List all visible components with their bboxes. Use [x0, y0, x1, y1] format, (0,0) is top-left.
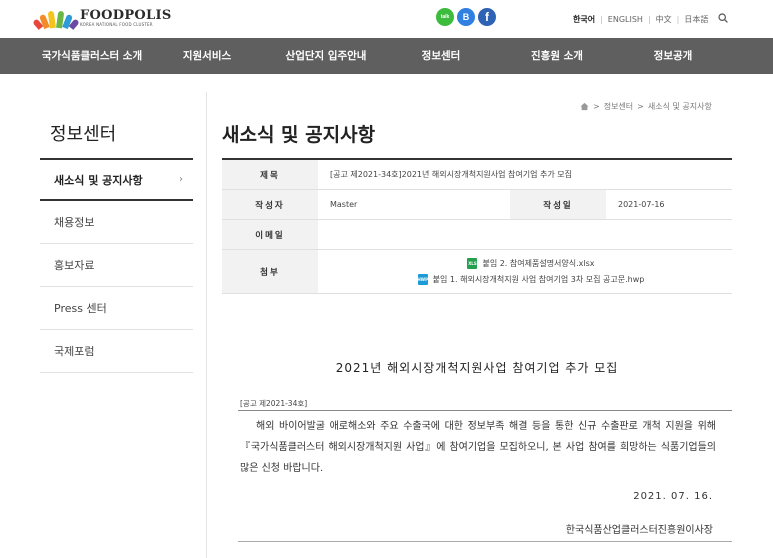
label-email: 이메일	[222, 220, 318, 249]
post-email	[318, 220, 732, 249]
kakaotalk-icon[interactable]: talk	[436, 8, 454, 26]
page-title: 새소식 및 공지사항	[222, 124, 376, 146]
sidebar-item-recruitment[interactable]: 채용정보	[40, 201, 193, 244]
blog-icon[interactable]: B	[457, 8, 475, 26]
table-row: 작성자 Master 작성일 2021-07-16	[222, 190, 732, 220]
sidebar-item-press[interactable]: Press 센터	[40, 287, 193, 330]
nav-item-support[interactable]: 지원서비스	[178, 38, 236, 74]
label-attachments: 첨부	[222, 250, 318, 293]
nav-item-about[interactable]: 진흥원 소개	[527, 38, 587, 74]
content-heading: 2021년 해외시장개척지원사업 참여기업 추가 모집	[335, 361, 619, 375]
post-title: [공고 제2021-34호]2021년 해외시장개척지원사업 참여기업 추가 모…	[330, 170, 573, 179]
sidebar-item-notices[interactable]: 새소식 및 공지사항 ›	[40, 158, 193, 201]
breadcrumb-item[interactable]: 새소식 및 공지사항	[648, 101, 712, 112]
breadcrumb: > 정보센터 > 새소식 및 공지사항	[580, 101, 712, 112]
post-info-table: 제목 [공고 제2021-34호]2021년 해외시장개척지원사업 참여기업 추…	[222, 158, 732, 294]
hwp-file-icon: HWP	[417, 274, 428, 285]
attachment-xlsx[interactable]: XLS 붙임 2. 참여제품설명서양식.xlsx	[467, 258, 595, 269]
lang-chinese[interactable]: 中文	[651, 14, 677, 25]
language-selector: 한국어 | ENGLISH | 中文 | 日本語	[568, 14, 713, 25]
breadcrumb-sep: >	[637, 102, 644, 111]
sidebar-item-label: 채용정보	[54, 216, 95, 229]
logo-mark-icon	[32, 8, 80, 30]
excel-file-icon: XLS	[467, 258, 478, 269]
lang-korean[interactable]: 한국어	[568, 14, 600, 25]
breadcrumb-sep: >	[593, 102, 600, 111]
logo-text: FOODPOLIS	[80, 8, 172, 23]
sidebar: 새소식 및 공지사항 › 채용정보 홍보자료 Press 센터 국제포럼	[40, 158, 193, 373]
table-row: 제목 [공고 제2021-34호]2021년 해외시장개척지원사업 참여기업 추…	[222, 160, 732, 190]
divider	[238, 541, 732, 542]
sidebar-title: 정보센터	[50, 124, 117, 145]
sidebar-item-promo[interactable]: 홍보자료	[40, 244, 193, 287]
breadcrumb-item[interactable]: 정보센터	[604, 101, 633, 112]
search-icon[interactable]	[718, 13, 728, 23]
nav-item-disclosure[interactable]: 정보공개	[650, 38, 696, 74]
sidebar-item-label: 새소식 및 공지사항	[54, 173, 143, 187]
main-nav: 국가식품클러스터 소개 지원서비스 산업단지 입주안내 정보센터 진흥원 소개 …	[0, 38, 773, 74]
logo[interactable]: FOODPOLIS KOREA NATIONAL FOOD CLUSTER	[32, 8, 172, 30]
sidebar-item-label: 홍보자료	[54, 259, 95, 272]
lang-japanese[interactable]: 日本語	[679, 14, 713, 25]
top-header: FOODPOLIS KOREA NATIONAL FOOD CLUSTER ta…	[0, 0, 773, 38]
lang-english[interactable]: ENGLISH	[603, 15, 648, 24]
divider	[206, 92, 207, 558]
nav-item-info-center[interactable]: 정보센터	[418, 38, 464, 74]
table-row: 첨부 XLS 붙임 2. 참여제품설명서양식.xlsx HWP 붙임 1. 해외…	[222, 250, 732, 294]
table-row: 이메일	[222, 220, 732, 250]
home-icon[interactable]	[580, 102, 589, 111]
label-title: 제목	[222, 160, 318, 189]
label-author: 작성자	[222, 190, 318, 219]
facebook-icon[interactable]: f	[478, 8, 496, 26]
attachment-hwp[interactable]: HWP 붙임 1. 해외시장개척지원 사업 참여기업 3차 모집 공고문.hwp	[417, 274, 645, 285]
sidebar-item-forum[interactable]: 국제포럼	[40, 330, 193, 373]
sidebar-item-label: Press 센터	[54, 302, 107, 315]
social-links: talk B f	[436, 8, 496, 26]
label-date: 작성일	[510, 190, 606, 219]
nav-item-industrial-complex[interactable]: 산업단지 입주안내	[280, 38, 372, 74]
post-date: 2021-07-16	[618, 200, 665, 209]
notice-number: [공고 제2021-34호]	[240, 399, 308, 408]
attachment-name: 붙임 1. 해외시장개척지원 사업 참여기업 3차 모집 공고문.hwp	[432, 275, 645, 284]
divider	[238, 410, 732, 411]
sidebar-item-label: 국제포럼	[54, 345, 95, 358]
logo-subtitle: KOREA NATIONAL FOOD CLUSTER	[80, 22, 153, 27]
attachment-name: 붙임 2. 참여제품설명서양식.xlsx	[482, 259, 595, 268]
content-signature: 한국식품산업클러스터진흥원이사장	[565, 525, 713, 536]
attachment-list: XLS 붙임 2. 참여제품설명서양식.xlsx HWP 붙임 1. 해외시장개…	[318, 250, 732, 293]
content-paragraph: 해외 바이어발굴 애로해소와 주요 수출국에 대한 정보부족 해결 등을 통한 …	[240, 421, 716, 474]
nav-item-cluster-intro[interactable]: 국가식품클러스터 소개	[40, 38, 144, 74]
content-date: 2021. 07. 16.	[633, 491, 713, 502]
chevron-right-icon: ›	[179, 174, 183, 185]
post-author: Master	[330, 200, 358, 209]
